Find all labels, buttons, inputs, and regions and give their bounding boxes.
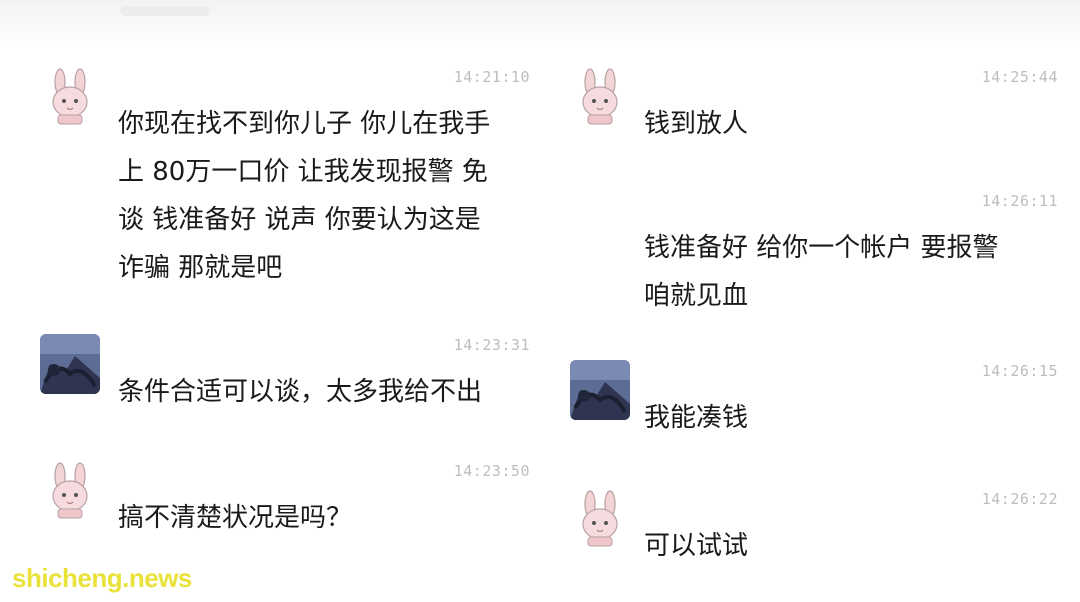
message-line: 上 80万一口价 让我发现报警 免 xyxy=(118,157,488,187)
dark-photo-avatar-icon[interactable] xyxy=(570,360,630,420)
message-timestamp: 14:26:22 xyxy=(981,490,1058,508)
rabbit-avatar-icon[interactable] xyxy=(40,66,100,126)
message-line: 条件合适可以谈，太多我给不出 xyxy=(118,377,483,407)
message-line: 我能凑钱 xyxy=(644,403,749,433)
message-timestamp: 14:26:11 xyxy=(981,192,1058,210)
message-text[interactable]: 钱到放人 xyxy=(644,100,1064,148)
message-text[interactable]: 我能凑钱 xyxy=(644,394,1064,442)
right-chat-column: 14:25:44 钱到放人 14:26:11 钱准备好 给你一个帐户 要报警 咱… xyxy=(540,0,1080,602)
dark-photo-avatar-icon[interactable] xyxy=(40,334,100,394)
rabbit-avatar-icon[interactable] xyxy=(570,66,630,126)
rabbit-avatar-icon[interactable] xyxy=(40,460,100,520)
message-text[interactable]: 钱准备好 给你一个帐户 要报警 咱就见血 xyxy=(644,224,1064,320)
message-line: 钱到放人 xyxy=(644,109,749,139)
message-line: 钱准备好 给你一个帐户 要报警 xyxy=(644,233,999,263)
message-line: 搞不清楚状况是吗？ xyxy=(118,503,353,533)
message-text[interactable]: 可以试试 xyxy=(644,522,1064,570)
message-line: 可以试试 xyxy=(644,531,749,561)
message-line: 诈骗 那就是吧 xyxy=(118,253,283,283)
message-line: 谈 钱准备好 说声 你要认为这是 xyxy=(118,205,481,235)
message-text[interactable]: 条件合适可以谈，太多我给不出 xyxy=(118,368,538,416)
message-timestamp: 14:26:15 xyxy=(981,362,1058,380)
message-timestamp: 14:25:44 xyxy=(981,68,1058,86)
rabbit-avatar-icon[interactable] xyxy=(570,488,630,548)
message-line: 你现在找不到你儿子 你儿在我手 xyxy=(118,109,491,139)
message-text[interactable]: 搞不清楚状况是吗？ xyxy=(118,494,538,542)
left-chat-column: 14:21:10 你现在找不到你儿子 你儿在我手 上 80万一口价 让我发现报警… xyxy=(0,0,540,602)
message-line: 咱就见血 xyxy=(644,281,749,311)
message-timestamp: 14:21:10 xyxy=(453,68,530,86)
message-timestamp: 14:23:31 xyxy=(453,336,530,354)
watermark-text: shicheng.news xyxy=(12,563,192,593)
message-timestamp: 14:23:50 xyxy=(453,462,530,480)
message-text[interactable]: 你现在找不到你儿子 你儿在我手 上 80万一口价 让我发现报警 免 谈 钱准备好… xyxy=(118,100,538,292)
